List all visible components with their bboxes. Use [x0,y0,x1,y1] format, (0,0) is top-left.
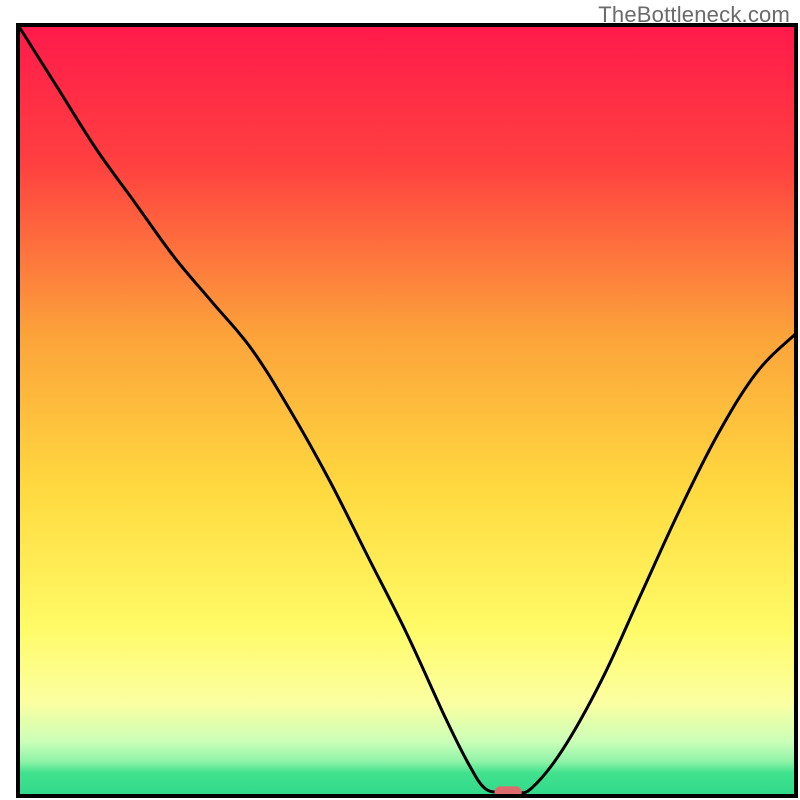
plot-background [18,25,796,796]
chart-container: TheBottleneck.com [0,0,800,800]
bottleneck-chart [0,0,800,800]
watermark-source-label: TheBottleneck.com [598,2,790,28]
